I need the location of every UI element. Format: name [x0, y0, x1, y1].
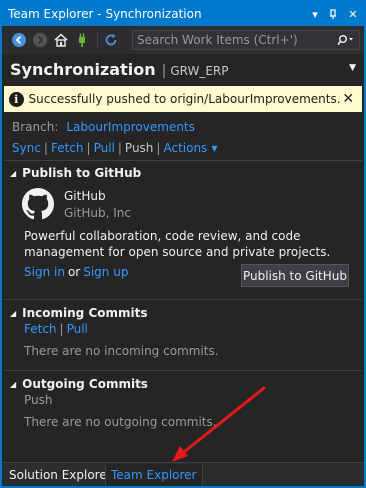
- provider-description: Powerful collaboration, code review, and…: [24, 229, 331, 259]
- incoming-fetch-link[interactable]: Fetch: [24, 322, 57, 336]
- incoming-commits-section-header[interactable]: ◢ Incoming Commits: [10, 306, 148, 320]
- branch-label: Branch:: [12, 120, 59, 134]
- sign-up-link[interactable]: Sign up: [83, 265, 128, 279]
- pull-link[interactable]: Pull: [94, 141, 115, 155]
- toolbar: Search Work Items (Ctrl+'): [2, 26, 364, 54]
- header-divider: |: [161, 63, 167, 79]
- title-bar[interactable]: Team Explorer - Synchronization ▾ ✕: [2, 2, 364, 26]
- nav-separator: |: [117, 141, 122, 155]
- provider-name: GitHub: [64, 189, 106, 203]
- connect-plug-icon[interactable]: [73, 31, 91, 49]
- section-title: Publish to GitHub: [22, 166, 142, 180]
- nav-separator: |: [86, 141, 91, 155]
- bottom-tab-bar: Solution Explorer Team Explorer: [2, 462, 364, 486]
- tab-solution-explorer[interactable]: Solution Explorer: [4, 464, 117, 486]
- or-text: or: [67, 265, 81, 279]
- outgoing-action-links: Push: [24, 393, 53, 407]
- collapse-triangle-icon[interactable]: ◢: [10, 169, 16, 178]
- incoming-pull-link[interactable]: Pull: [67, 322, 88, 336]
- outgoing-commits-section-header[interactable]: ◢ Outgoing Commits: [10, 377, 148, 391]
- nav-separator: |: [156, 141, 161, 155]
- back-icon[interactable]: [10, 31, 28, 49]
- search-work-items-box[interactable]: Search Work Items (Ctrl+'): [132, 30, 360, 50]
- home-icon[interactable]: [52, 31, 70, 49]
- tab-team-explorer[interactable]: Team Explorer: [105, 464, 203, 486]
- nav-separator: |: [59, 322, 64, 336]
- window-title: Team Explorer - Synchronization: [8, 7, 202, 21]
- page-title: Synchronization: [10, 60, 156, 79]
- close-window-icon[interactable]: ✕: [345, 6, 361, 22]
- pin-icon[interactable]: [326, 6, 342, 22]
- incoming-action-links: Fetch | Pull: [24, 322, 88, 336]
- github-logo-icon: [22, 188, 54, 220]
- fetch-link[interactable]: Fetch: [51, 141, 84, 155]
- actions-menu[interactable]: Actions: [163, 141, 207, 155]
- branch-row: Branch: LabourImprovements: [12, 120, 195, 134]
- team-explorer-window: Team Explorer - Synchronization ▾ ✕ Sear…: [0, 0, 366, 488]
- sync-action-links: Sync | Fetch | Pull | Push | Actions ▼: [12, 141, 217, 155]
- page-menu-dropdown-icon[interactable]: ▼: [349, 63, 356, 73]
- publish-to-github-button[interactable]: Publish to GitHub: [241, 264, 349, 287]
- nav-separator: |: [43, 141, 48, 155]
- actions-chevron-down-icon[interactable]: ▼: [211, 144, 217, 158]
- outgoing-push-label: Push: [24, 393, 53, 407]
- divider: [4, 370, 362, 371]
- divider: [4, 299, 362, 300]
- collapse-triangle-icon[interactable]: ◢: [10, 309, 16, 318]
- info-icon: i: [9, 91, 24, 107]
- search-icon[interactable]: [333, 34, 359, 46]
- section-title: Outgoing Commits: [22, 377, 148, 391]
- success-notification: i Successfully pushed to origin/LabourIm…: [4, 86, 362, 112]
- window-dropdown-icon[interactable]: ▾: [307, 6, 323, 22]
- sign-in-link[interactable]: Sign in: [24, 265, 65, 279]
- search-input[interactable]: Search Work Items (Ctrl+'): [137, 33, 333, 47]
- repository-name: GRW_ERP: [170, 64, 229, 78]
- github-auth-links: Sign in or Sign up: [24, 265, 128, 279]
- branch-link[interactable]: LabourImprovements: [66, 120, 195, 134]
- incoming-empty-message: There are no incoming commits.: [24, 344, 219, 358]
- refresh-icon[interactable]: [102, 31, 120, 49]
- provider-company: GitHub, Inc: [64, 206, 131, 220]
- forward-icon[interactable]: [31, 31, 49, 49]
- section-title: Incoming Commits: [22, 306, 148, 320]
- collapse-triangle-icon[interactable]: ◢: [10, 380, 16, 389]
- outgoing-empty-message: There are no outgoing commits.: [24, 415, 217, 429]
- publish-github-section-header[interactable]: ◢ Publish to GitHub: [10, 166, 141, 180]
- divider: [4, 160, 362, 161]
- toolbar-separator: [97, 32, 98, 48]
- page-header: Synchronization | GRW_ERP ▼: [2, 54, 364, 84]
- notification-message: Successfully pushed to origin/LabourImpr…: [28, 92, 341, 106]
- push-current-label: Push: [124, 141, 154, 155]
- dismiss-notification-icon[interactable]: ✕: [341, 91, 356, 107]
- sync-link[interactable]: Sync: [12, 141, 41, 155]
